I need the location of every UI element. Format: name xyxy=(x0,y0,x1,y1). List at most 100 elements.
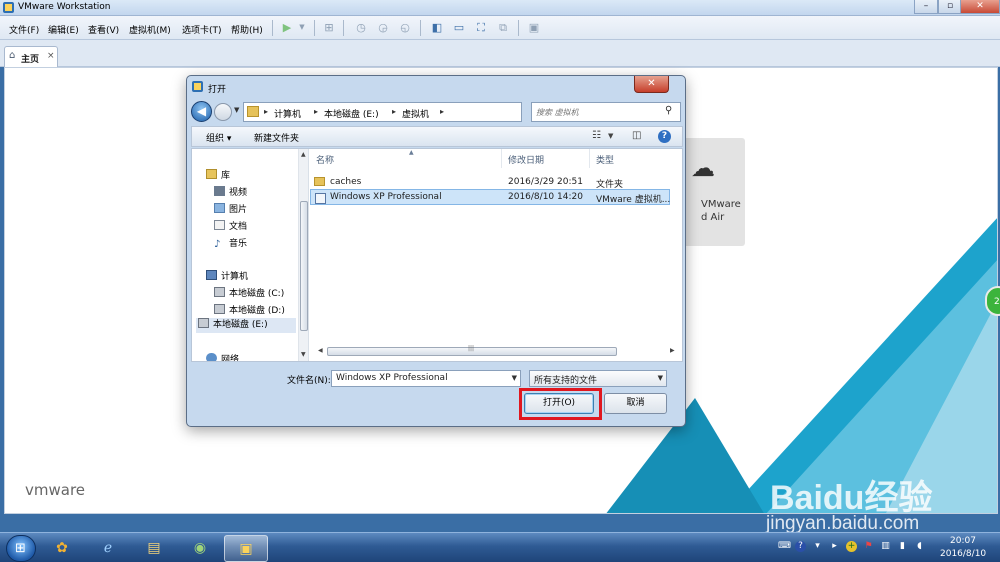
side-badge[interactable]: 21 xyxy=(985,286,1000,316)
column-header-date[interactable]: 修改日期 xyxy=(502,149,590,168)
tray-arrow-icon[interactable]: ▸ xyxy=(829,541,840,552)
breadcrumb-drive-e[interactable]: 本地磁盘 (E:) xyxy=(324,107,379,120)
toolbar-separator xyxy=(343,20,344,36)
search-input[interactable] xyxy=(536,105,660,119)
tray-flag-icon[interactable]: ⚑ xyxy=(863,541,874,552)
filename-input[interactable]: Windows XP Professional ▼ xyxy=(331,370,521,387)
nav-documents[interactable]: 文档 xyxy=(214,219,247,232)
forward-button[interactable] xyxy=(214,103,232,121)
breadcrumb-computer[interactable]: 计算机 xyxy=(274,107,301,120)
nav-pictures[interactable]: 图片 xyxy=(214,202,247,215)
scroll-right-icon[interactable]: ▶ xyxy=(670,347,675,354)
chevron-right-icon[interactable]: ▸ xyxy=(314,107,318,116)
menu-help[interactable]: 帮助(H) xyxy=(231,23,263,36)
column-header-name[interactable]: 名称 xyxy=(310,149,502,168)
dialog-close-button[interactable]: ✕ xyxy=(634,76,669,93)
close-button[interactable]: ✕ xyxy=(960,0,1000,14)
taskbar-media-icon[interactable]: ✿ xyxy=(40,535,84,562)
back-button[interactable]: ◀ xyxy=(191,101,212,122)
drive-icon xyxy=(214,287,225,297)
clock-time[interactable]: 20:07 xyxy=(950,536,976,546)
nav-drive-c[interactable]: 本地磁盘 (C:) xyxy=(214,286,284,299)
library-icon xyxy=(206,169,217,179)
preview-pane-icon[interactable]: ◫ xyxy=(632,130,641,141)
taskbar-browser-icon[interactable]: ◉ xyxy=(178,535,222,562)
scroll-left-icon[interactable]: ◀ xyxy=(318,347,323,354)
console-view-icon[interactable]: ▣ xyxy=(527,21,541,34)
tray-chevron-icon[interactable]: ▾ xyxy=(812,541,823,552)
taskbar-explorer-icon[interactable]: ▤ xyxy=(132,535,176,562)
tab-close-icon[interactable]: × xyxy=(47,51,55,61)
power-on-icon[interactable]: ▶ xyxy=(280,21,294,34)
file-row-selected[interactable]: Windows XP Professional 2016/8/10 14:20 … xyxy=(310,189,670,205)
taskbar-ie-icon[interactable]: ℯ xyxy=(86,535,130,562)
power-dropdown-icon[interactable]: ▼ xyxy=(295,21,309,34)
tray-signal-icon[interactable]: ▮ xyxy=(897,541,908,552)
nav-videos[interactable]: 视频 xyxy=(214,185,247,198)
clock-date[interactable]: 2016/8/10 xyxy=(940,549,986,559)
column-header-type[interactable]: 类型 xyxy=(590,149,682,168)
computer-icon xyxy=(206,270,217,280)
menu-file[interactable]: 文件(F) xyxy=(9,23,39,36)
nav-scrollbar[interactable]: ▲ ▼ xyxy=(298,149,308,361)
start-button[interactable]: ⊞ xyxy=(6,535,36,562)
fullscreen-icon[interactable]: ⛶ xyxy=(474,21,488,34)
file-list-hscrollbar[interactable]: ◀ ||| ▶ xyxy=(318,345,678,357)
minimize-button[interactable]: – xyxy=(914,0,938,14)
tray-help-icon[interactable]: ? xyxy=(795,541,806,552)
menu-vm[interactable]: 虚拟机(M) xyxy=(129,23,171,36)
address-bar[interactable]: ▸ 计算机 ▸ 本地磁盘 (E:) ▸ 虚拟机 ▸ ▼ ⟳ xyxy=(243,102,575,122)
baidu-watermark-logo: Baidu经验 xyxy=(770,479,933,517)
tray-network-icon[interactable]: ▥ xyxy=(880,541,891,552)
chevron-right-icon[interactable]: ▸ xyxy=(264,107,268,116)
tray-security-icon[interactable]: + xyxy=(846,541,857,552)
breadcrumb-vm-folder[interactable]: 虚拟机 xyxy=(402,107,429,120)
view-options-icon[interactable]: ☷ xyxy=(592,130,601,141)
revert-snapshot-icon[interactable]: ◶ xyxy=(376,21,390,34)
chevron-right-icon[interactable]: ▸ xyxy=(440,107,444,116)
unity-icon[interactable]: ⧉ xyxy=(496,21,510,34)
maximize-button[interactable]: ▫ xyxy=(938,0,962,14)
snapshot-manager-icon[interactable]: ◵ xyxy=(398,21,412,34)
send-keys-icon[interactable]: ⊞ xyxy=(322,21,336,34)
nav-library[interactable]: 库 xyxy=(206,168,230,181)
scroll-up-icon[interactable]: ▲ xyxy=(301,151,306,158)
drive-icon xyxy=(198,318,209,328)
organize-menu[interactable]: 组织 ▾ xyxy=(206,131,231,144)
new-folder-button[interactable]: 新建文件夹 xyxy=(254,131,299,144)
menu-tabs[interactable]: 选项卡(T) xyxy=(182,23,222,36)
tab-home[interactable]: ⌂ 主页 × xyxy=(4,46,58,67)
nav-drive-d[interactable]: 本地磁盘 (D:) xyxy=(214,303,285,316)
nav-scroll-thumb[interactable] xyxy=(300,201,308,331)
folder-icon xyxy=(247,106,259,117)
snapshot-icon[interactable]: ◷ xyxy=(354,21,368,34)
help-icon[interactable]: ? xyxy=(658,130,671,143)
library-view-icon[interactable]: ◧ xyxy=(430,21,444,34)
chevron-down-icon[interactable]: ▼ xyxy=(658,374,663,382)
filetype-select[interactable]: 所有支持的文件 ▼ xyxy=(529,370,667,387)
navigation-row: ◀ ▼ ▸ 计算机 ▸ 本地磁盘 (E:) ▸ 虚拟机 ▸ ▼ ⟳ ⚲ xyxy=(191,101,681,123)
nav-network[interactable]: 网络 xyxy=(206,352,239,361)
menu-edit[interactable]: 编辑(E) xyxy=(48,23,79,36)
recent-locations-dropdown[interactable]: ▼ xyxy=(234,106,239,114)
nav-drive-e[interactable]: 本地磁盘 (E:) xyxy=(196,318,296,333)
nav-computer[interactable]: 计算机 xyxy=(206,269,248,282)
tray-volume-icon[interactable]: ◖ xyxy=(914,541,925,552)
file-row[interactable]: caches 2016/3/29 20:51 文件夹 xyxy=(310,174,670,190)
search-icon[interactable]: ⚲ xyxy=(665,105,672,116)
vmware-app-icon xyxy=(3,2,14,13)
menu-view[interactable]: 查看(V) xyxy=(88,23,119,36)
command-bar: 组织 ▾ 新建文件夹 ☷ ▼ ◫ ? xyxy=(191,126,683,147)
nav-music[interactable]: ♪ 音乐 xyxy=(214,236,247,250)
chevron-right-icon[interactable]: ▸ xyxy=(392,107,396,116)
tray-keyboard-icon[interactable]: ⌨ xyxy=(778,541,791,552)
view-dropdown-icon[interactable]: ▼ xyxy=(608,132,613,140)
search-box[interactable]: ⚲ xyxy=(531,102,681,122)
thumbnail-view-icon[interactable]: ▭ xyxy=(452,21,466,34)
drive-icon xyxy=(214,304,225,314)
filetype-value: 所有支持的文件 xyxy=(534,376,598,386)
taskbar-vmware-icon[interactable]: ▣ xyxy=(224,535,268,562)
chevron-down-icon[interactable]: ▼ xyxy=(512,374,517,382)
scroll-down-icon[interactable]: ▼ xyxy=(301,351,306,358)
cancel-button[interactable]: 取消 xyxy=(604,393,667,414)
